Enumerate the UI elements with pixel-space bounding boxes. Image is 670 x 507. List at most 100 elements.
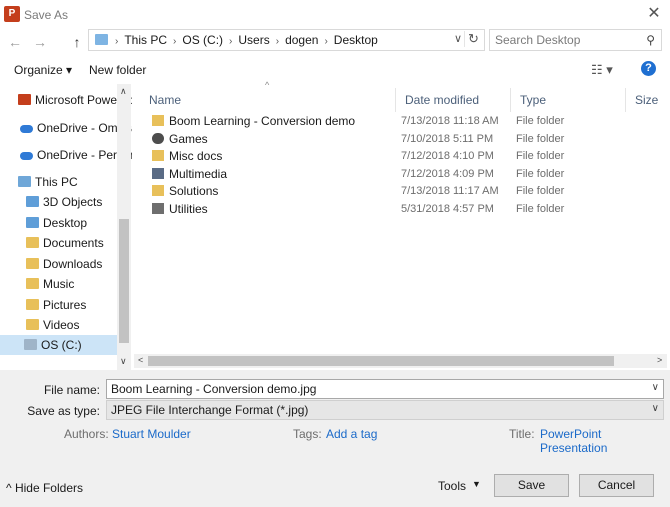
- onedrive-icon: [20, 125, 33, 133]
- cancel-button[interactable]: Cancel: [579, 474, 654, 497]
- file-name: Solutions: [169, 184, 219, 198]
- drive-icon: [24, 339, 37, 350]
- chevron-down-icon[interactable]: ∨: [454, 32, 462, 45]
- file-date: 7/13/2018 11:18 AM: [401, 115, 499, 127]
- file-type: File folder: [516, 150, 565, 162]
- file-name: Multimedia: [169, 167, 228, 181]
- chevron-right-icon: ›: [324, 36, 328, 47]
- save-type-label: Save as type:: [27, 404, 100, 418]
- file-name-field[interactable]: Boom Learning - Conversion demo.jpg ∨: [106, 379, 664, 399]
- folder-icon: [26, 299, 39, 310]
- breadcrumb-this-pc[interactable]: This PC: [124, 33, 167, 47]
- tools-button[interactable]: Tools: [438, 479, 466, 493]
- chevron-down-icon[interactable]: ∨: [120, 356, 127, 367]
- view-options-icon[interactable]: ☷ ▾: [591, 62, 613, 78]
- column-header-type[interactable]: Type: [511, 88, 626, 112]
- column-header-date[interactable]: Date modified: [396, 88, 511, 112]
- breadcrumb-users[interactable]: Users: [238, 33, 269, 47]
- navigation-pane: Microsoft PowerPoint OneDrive - Omega On…: [0, 84, 132, 370]
- sidebar-item-label: Videos: [43, 318, 80, 332]
- file-type: File folder: [516, 115, 565, 127]
- table-row[interactable]: Misc docs 7/12/2018 4:10 PM File folder: [140, 147, 660, 165]
- computer-icon: [18, 176, 31, 187]
- search-input[interactable]: [490, 30, 630, 50]
- powerpoint-icon: [18, 94, 31, 105]
- scrollbar-thumb[interactable]: [119, 219, 129, 343]
- address-bar[interactable]: › This PC › OS (C:) › Users › dogen › Desktop ∨ ↻: [88, 29, 485, 51]
- column-header-size[interactable]: Size: [626, 88, 667, 112]
- tags-label: Tags:: [293, 427, 322, 441]
- authors-value[interactable]: Stuart Moulder: [112, 427, 191, 441]
- folder-icon: [26, 217, 39, 228]
- save-type-select[interactable]: JPEG File Interchange Format (*.jpg) ∨: [106, 400, 664, 420]
- sidebar-item-label: 3D Objects: [43, 195, 103, 209]
- chevron-down-icon[interactable]: ∨: [652, 382, 659, 393]
- sidebar-item-label: Pictures: [43, 298, 87, 312]
- file-type: File folder: [516, 203, 565, 215]
- file-list: ^ Name Date modified Type Size Boom Lear…: [140, 80, 667, 354]
- breadcrumb-os-c[interactable]: OS (C:): [182, 33, 223, 47]
- folder-icon: [26, 319, 39, 330]
- onedrive-icon: [20, 152, 33, 160]
- folder-icon: [26, 258, 39, 269]
- organize-button[interactable]: Organize ▾: [14, 63, 72, 77]
- search-box[interactable]: ⚲: [489, 29, 662, 51]
- file-name: Games: [169, 132, 208, 146]
- sidebar-item-powerpoint[interactable]: Microsoft PowerPoint: [18, 90, 132, 110]
- tags-value[interactable]: Add a tag: [326, 427, 377, 441]
- sidebar-scrollbar[interactable]: ∧ ∨: [117, 84, 131, 370]
- folder-icon: [26, 237, 39, 248]
- chevron-up-icon[interactable]: ∧: [120, 86, 127, 97]
- breadcrumb-dogen[interactable]: dogen: [285, 33, 318, 47]
- file-date: 5/31/2018 4:57 PM: [401, 203, 494, 215]
- caret-down-icon[interactable]: ▼: [472, 479, 481, 489]
- hide-folders-button[interactable]: ^ Hide Folders: [6, 481, 83, 495]
- window-title: Save As: [24, 8, 69, 22]
- file-type: File folder: [516, 168, 565, 180]
- chevron-down-icon[interactable]: ∨: [652, 403, 659, 414]
- folder-icon: [152, 150, 164, 161]
- sidebar-item-onedrive-omega[interactable]: OneDrive - Omega: [20, 118, 132, 138]
- sidebar-item-os-c[interactable]: OS (C:): [0, 335, 117, 355]
- chevron-right-icon: ›: [229, 36, 233, 47]
- chevron-right-icon: ›: [275, 36, 280, 47]
- file-type: File folder: [516, 133, 565, 145]
- breadcrumb-desktop[interactable]: Desktop: [334, 33, 378, 47]
- scrollbar-thumb[interactable]: [148, 356, 614, 366]
- forward-button[interactable]: →: [31, 33, 49, 51]
- table-row[interactable]: Boom Learning - Conversion demo 7/13/201…: [140, 112, 660, 130]
- powerpoint-icon: P: [4, 6, 20, 22]
- folder-icon: [95, 34, 108, 45]
- sidebar-item-this-pc[interactable]: This PC: [18, 172, 132, 192]
- back-button[interactable]: ←: [6, 33, 24, 51]
- title-value[interactable]: PowerPoint Presentation: [540, 427, 670, 455]
- up-button[interactable]: ↑: [68, 33, 86, 51]
- table-row[interactable]: Utilities 5/31/2018 4:57 PM File folder: [140, 200, 660, 218]
- chevron-left-icon[interactable]: <: [138, 355, 143, 365]
- file-name-value: Boom Learning - Conversion demo.jpg: [111, 382, 317, 396]
- sidebar-item-onedrive-personal[interactable]: OneDrive - Personal: [20, 145, 132, 165]
- search-icon[interactable]: ⚲: [646, 33, 655, 47]
- file-name: Boom Learning - Conversion demo: [169, 114, 356, 128]
- sidebar-item-label: Desktop: [43, 216, 88, 230]
- save-button[interactable]: Save: [494, 474, 569, 497]
- title-label: Title:: [509, 427, 535, 441]
- table-row[interactable]: Games 7/10/2018 5:11 PM File folder: [140, 130, 660, 148]
- tools-icon: [152, 203, 164, 214]
- authors-label: Authors:: [64, 427, 109, 441]
- column-header-name[interactable]: Name: [140, 88, 396, 112]
- file-date: 7/12/2018 4:10 PM: [401, 150, 494, 162]
- table-row[interactable]: Multimedia 7/12/2018 4:09 PM File folder: [140, 165, 660, 183]
- command-bar: Organize ▾ New folder ☷ ▾ ?: [0, 58, 670, 82]
- table-row[interactable]: Solutions 7/13/2018 11:17 AM File folder: [140, 182, 660, 200]
- games-icon: [152, 133, 164, 144]
- horizontal-scrollbar[interactable]: < >: [134, 354, 667, 368]
- close-button[interactable]: ✕: [644, 4, 664, 24]
- breadcrumb: › This PC › OS (C:) › Users › dogen › Desktop: [109, 30, 378, 50]
- new-folder-button[interactable]: New folder: [89, 63, 146, 77]
- chevron-right-icon[interactable]: >: [657, 355, 662, 365]
- folder-icon: [26, 196, 39, 207]
- refresh-icon[interactable]: ↻: [464, 31, 482, 47]
- file-name-label: File name:: [43, 383, 100, 397]
- help-icon[interactable]: ?: [641, 61, 656, 76]
